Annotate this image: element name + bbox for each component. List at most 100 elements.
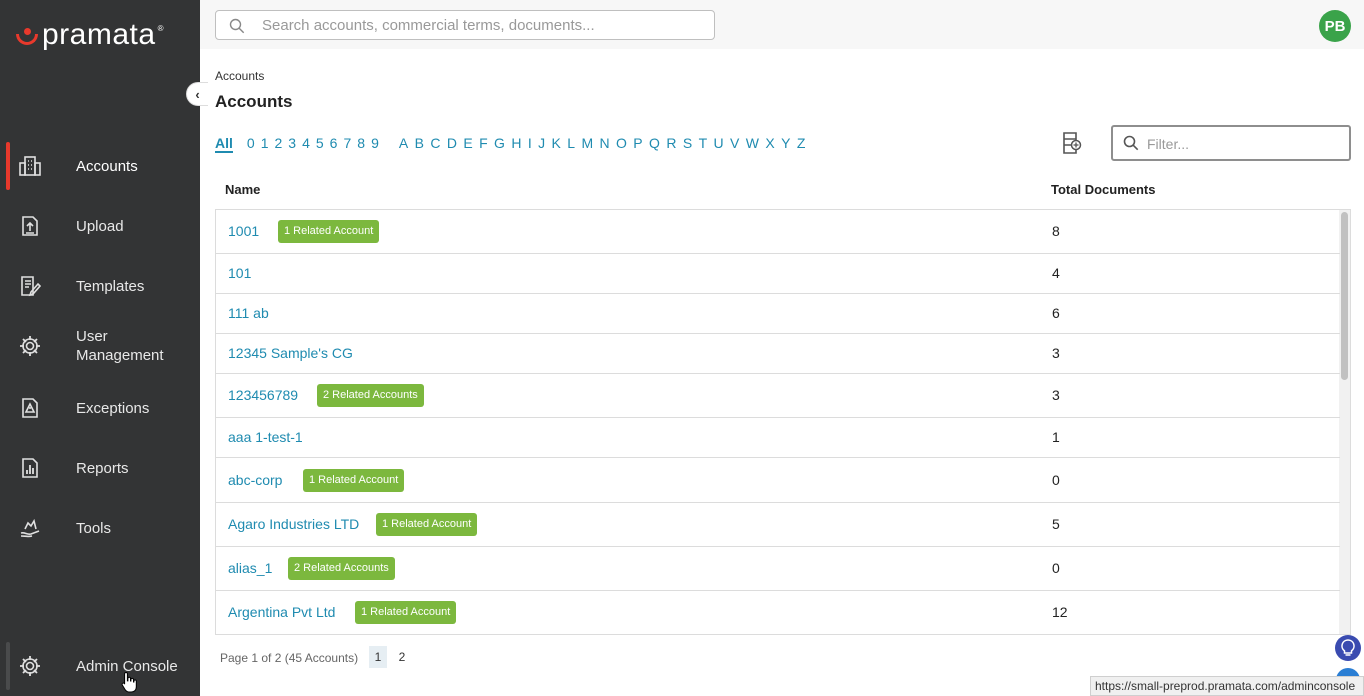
pagination-info: Page 1 of 2 (45 Accounts) (220, 651, 359, 665)
alpha-filter-d[interactable]: D (447, 135, 457, 153)
global-search[interactable] (215, 10, 715, 40)
accounts-table: 1001 1 Related Account 8 101 4 111 ab 6 12345 S… (215, 209, 1351, 635)
scrollbar-thumb[interactable] (1341, 212, 1348, 380)
table-row[interactable]: Argentina Pvt Ltd 1 Related Account 12 (216, 591, 1340, 634)
alpha-filter-4[interactable]: 4 (302, 135, 310, 153)
tools-icon (20, 518, 40, 538)
sidebar-item-accounts[interactable]: Accounts (0, 142, 200, 190)
alpha-filter-i[interactable]: I (528, 135, 532, 153)
collapse-sidebar-button[interactable]: ‹ (186, 82, 208, 106)
alpha-filter-y[interactable]: Y (781, 135, 790, 153)
sidebar-item-exceptions[interactable]: Exceptions (0, 384, 200, 432)
alpha-filter-w[interactable]: W (746, 135, 759, 153)
table-row[interactable]: abc-corp 1 Related Account 0 (216, 458, 1340, 503)
alpha-filter-q[interactable]: Q (649, 135, 660, 153)
breadcrumb[interactable]: Accounts (215, 69, 264, 83)
alpha-filter-a[interactable]: A (399, 135, 408, 153)
related-accounts-badge[interactable]: 2 Related Accounts (288, 557, 395, 580)
table-row[interactable]: 123456789 2 Related Accounts 3 (216, 374, 1340, 418)
alpha-filter-h[interactable]: H (511, 135, 521, 153)
related-accounts-badge[interactable]: 1 Related Account (376, 513, 478, 536)
avatar[interactable]: PB (1319, 10, 1351, 42)
alpha-spacer (385, 135, 399, 153)
alpha-filter-all[interactable]: All (215, 135, 233, 153)
table-row[interactable]: 111 ab 6 (216, 294, 1340, 334)
sidebar-item-templates[interactable]: Templates (0, 262, 200, 310)
alpha-filter-n[interactable]: N (600, 135, 610, 153)
alpha-filter-k[interactable]: K (552, 135, 561, 153)
pramata-logo[interactable]: pramata ® (14, 20, 163, 50)
account-name-link[interactable]: aaa 1-test-1 (228, 429, 303, 445)
alpha-filter-t[interactable]: T (699, 135, 708, 153)
account-name-link[interactable]: abc-corp (228, 472, 282, 488)
account-name-link[interactable]: 101 (228, 265, 251, 281)
table-row[interactable]: alias_1 2 Related Accounts 0 (216, 547, 1340, 591)
column-header-total-documents[interactable]: Total Documents (1051, 182, 1156, 197)
gear-icon (20, 336, 40, 356)
template-icon (21, 276, 41, 297)
related-accounts-badge[interactable]: 2 Related Accounts (317, 384, 424, 407)
alpha-filter-l[interactable]: L (567, 135, 575, 153)
alpha-filter-3[interactable]: 3 (288, 135, 296, 153)
account-name-link[interactable]: 111 ab (228, 305, 269, 321)
alpha-filter-j[interactable]: J (538, 135, 545, 153)
account-name-link[interactable]: 123456789 (228, 387, 298, 403)
alpha-filter-o[interactable]: O (616, 135, 627, 153)
table-row[interactable]: Agaro Industries LTD 1 Related Account 5 (216, 503, 1340, 547)
scrollbar[interactable] (1339, 210, 1350, 634)
alpha-filter-e[interactable]: E (463, 135, 472, 153)
account-name-link[interactable]: Argentina Pvt Ltd (228, 604, 335, 620)
sidebar-item-user-management[interactable]: User Management (0, 322, 200, 370)
alpha-filter-f[interactable]: F (479, 135, 488, 153)
total-documents-value: 3 (1052, 387, 1060, 403)
related-accounts-badge[interactable]: 1 Related Account (355, 601, 457, 624)
alpha-filter-8[interactable]: 8 (357, 135, 365, 153)
alpha-filter-0[interactable]: 0 (247, 135, 255, 153)
alpha-filter-u[interactable]: U (714, 135, 724, 153)
page-button-1[interactable]: 1 (369, 646, 387, 668)
table-row[interactable]: 1001 1 Related Account 8 (216, 210, 1340, 254)
alpha-filter-7[interactable]: 7 (343, 135, 351, 153)
related-accounts-badge[interactable]: 1 Related Account (303, 468, 405, 492)
alpha-filter-b[interactable]: B (415, 135, 424, 153)
page-button-2[interactable]: 2 (393, 646, 411, 668)
alpha-filter-s[interactable]: S (683, 135, 692, 153)
alphabet-filter: All 0123456789 ABCDEFGHIJKLMNOPQRSTUVWXYZ (215, 135, 812, 153)
alpha-filter-x[interactable]: X (765, 135, 774, 153)
alpha-filter-6[interactable]: 6 (330, 135, 338, 153)
account-name-link[interactable]: 12345 Sample's CG (228, 345, 353, 361)
related-accounts-badge[interactable]: 1 Related Account (278, 220, 380, 243)
alpha-filter-g[interactable]: G (494, 135, 505, 153)
alpha-filter-z[interactable]: Z (797, 135, 806, 153)
sidebar-item-reports[interactable]: Reports (0, 444, 200, 492)
alpha-filter-5[interactable]: 5 (316, 135, 324, 153)
account-name-link[interactable]: 1001 (228, 223, 259, 239)
alpha-filter-r[interactable]: R (666, 135, 676, 153)
filter-input[interactable] (1147, 134, 1337, 154)
alpha-filter-9[interactable]: 9 (371, 135, 379, 153)
column-settings-icon[interactable] (1061, 131, 1083, 155)
sidebar-item-tools[interactable]: Tools (0, 504, 200, 552)
table-row[interactable]: 101 4 (216, 254, 1340, 294)
alpha-filter-m[interactable]: M (581, 135, 593, 153)
warning-icon (22, 398, 38, 418)
sidebar-item-upload[interactable]: Upload (0, 202, 200, 250)
table-row[interactable]: 12345 Sample's CG 3 (216, 334, 1340, 374)
alpha-filter-v[interactable]: V (730, 135, 739, 153)
upload-icon (22, 216, 38, 236)
filter-box[interactable] (1111, 125, 1351, 161)
search-input[interactable] (262, 15, 702, 35)
account-name-link[interactable]: alias_1 (228, 560, 272, 576)
sidebar-item-admin-console[interactable]: Admin Console (0, 642, 200, 690)
alpha-filter-2[interactable]: 2 (274, 135, 282, 153)
column-header-name[interactable]: Name (225, 182, 260, 197)
alpha-filter-p[interactable]: P (633, 135, 642, 153)
total-documents-value: 4 (1052, 265, 1060, 281)
search-icon (229, 18, 245, 34)
sidebar-item-label: Templates (76, 278, 145, 295)
lightbulb-icon[interactable] (1335, 635, 1361, 661)
alpha-filter-c[interactable]: C (430, 135, 440, 153)
table-row[interactable]: aaa 1-test-1 1 (216, 418, 1340, 458)
account-name-link[interactable]: Agaro Industries LTD (228, 516, 359, 532)
alpha-filter-1[interactable]: 1 (261, 135, 269, 153)
